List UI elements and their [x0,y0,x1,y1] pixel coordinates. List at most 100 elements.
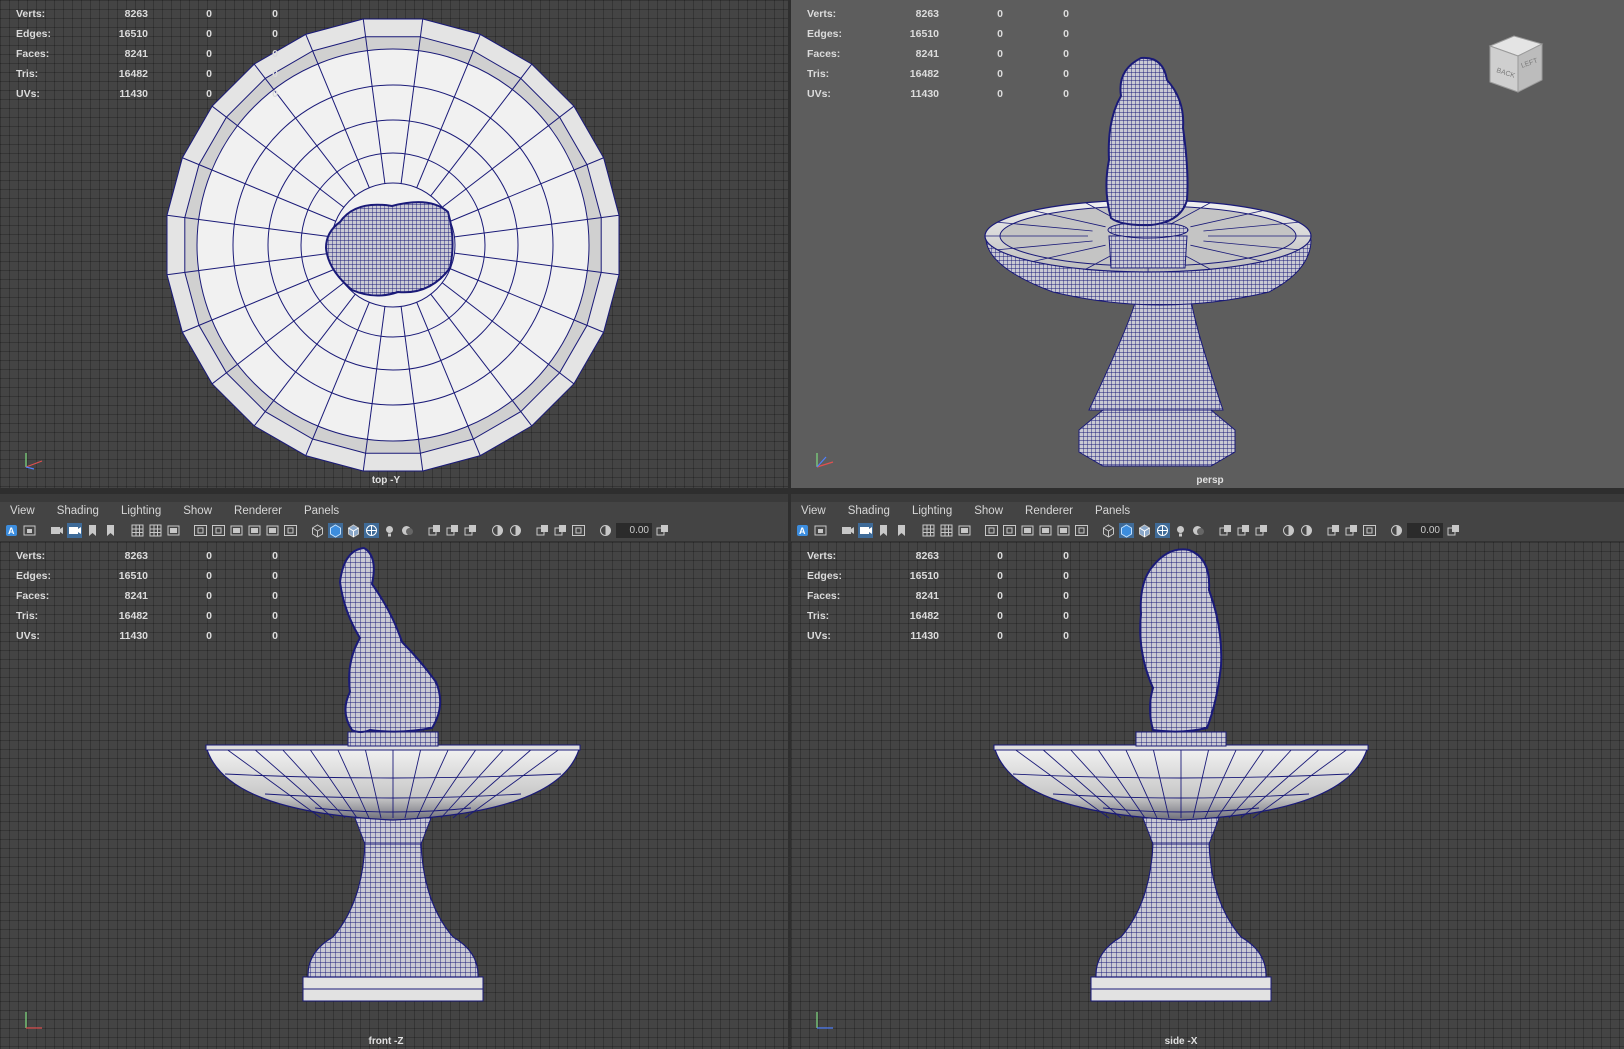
menu-view[interactable]: View [801,505,826,517]
stats-selected: 0 [997,68,1003,80]
lighting-icon[interactable] [1173,523,1188,538]
xray-icon[interactable] [1155,523,1170,538]
isolate-icon[interactable] [1218,523,1233,538]
image-plane-icon[interactable] [67,523,82,538]
stats-selected: 0 [206,610,212,622]
exposure-icon[interactable] [508,523,523,538]
wireframe-on-shaded-icon[interactable] [346,523,361,538]
camera-name-label: persp [1196,475,1224,486]
menu-show[interactable]: Show [974,505,1003,517]
shadows-icon[interactable] [400,523,415,538]
menu-shading[interactable]: Shading [848,505,890,517]
grid-icon[interactable] [921,523,936,538]
isolate-icon[interactable] [463,523,478,538]
stats-hud: Verts: 8263 0 0 Edges: 16510 0 0 Faces: 8241 0 0 Tri… [807,546,1069,646]
menu-panels[interactable]: Panels [304,505,339,517]
film-gate-icon[interactable] [229,523,244,538]
side-viewport[interactable]: Verts: 8263 0 0 Edges: 16510 0 0 Faces: 8241 0 0 Tri… [791,542,1624,1049]
grid-icon[interactable] [130,523,145,538]
select-camera-icon[interactable]: A [4,523,19,538]
menu-panels[interactable]: Panels [1095,505,1130,517]
resolution-gate-icon[interactable] [193,523,208,538]
isolate-icon[interactable] [445,523,460,538]
exposure-icon[interactable] [1281,523,1296,538]
exposure-icon[interactable] [1299,523,1314,538]
lighting-icon[interactable] [382,523,397,538]
isolate-icon[interactable] [1236,523,1251,538]
resolution-gate-icon[interactable] [211,523,226,538]
menu-show[interactable]: Show [183,505,212,517]
select-camera-icon[interactable]: A [795,523,810,538]
image-plane-icon[interactable] [49,523,64,538]
lock-camera-icon[interactable] [22,523,37,538]
bookmark-icon[interactable] [103,523,118,538]
isolate-icon[interactable] [427,523,442,538]
shadows-icon[interactable] [1191,523,1206,538]
stats-selected-extra: 0 [272,630,278,642]
resolution-gate-icon[interactable] [1002,523,1017,538]
film-gate-icon[interactable] [957,523,972,538]
film-gate-icon[interactable] [247,523,262,538]
exposure-field[interactable]: 0.00 [1407,523,1443,538]
stats-row: Verts: 8263 0 0 [16,546,278,566]
isolate-icon[interactable] [1344,523,1359,538]
menu-view[interactable]: View [10,505,35,517]
film-gate-icon[interactable] [1056,523,1071,538]
bookmark-icon[interactable] [894,523,909,538]
persp-viewport[interactable]: Verts: 8263 0 0 Edges: 16510 0 0 Faces: 8241 0 0 Tri… [791,0,1624,488]
stats-selected: 0 [997,8,1003,20]
image-plane-icon[interactable] [858,523,873,538]
film-gate-icon[interactable] [1038,523,1053,538]
exposure-icon[interactable] [490,523,505,538]
film-gate-icon[interactable] [1020,523,1035,538]
stats-row: Faces: 8241 0 0 [807,586,1069,606]
stats-selected: 0 [206,68,212,80]
svg-text:A: A [799,526,806,536]
stats-selected-extra: 0 [272,68,278,80]
bookmark-icon[interactable] [85,523,100,538]
exposure-icon[interactable] [598,523,613,538]
resolution-gate-icon[interactable] [984,523,999,538]
resolution-gate-icon[interactable] [1074,523,1089,538]
resolution-gate-icon[interactable] [571,523,586,538]
xray-icon[interactable] [364,523,379,538]
resolution-gate-icon[interactable] [283,523,298,538]
isolate-icon[interactable] [553,523,568,538]
stats-count: 16510 [909,570,939,582]
wireframe-icon[interactable] [310,523,325,538]
smooth-shade-icon[interactable] [328,523,343,538]
menu-shading[interactable]: Shading [57,505,99,517]
viewport-divider[interactable] [0,488,1624,494]
top-viewport[interactable]: Verts: 8263 0 0 Edges: 16510 0 0 Faces: 8241 0 0 Tri… [0,0,788,488]
exposure-icon[interactable] [1389,523,1404,538]
grid-icon[interactable] [148,523,163,538]
wireframe-icon[interactable] [1101,523,1116,538]
menu-lighting[interactable]: Lighting [121,505,161,517]
film-gate-icon[interactable] [166,523,181,538]
stats-row: Faces: 8241 0 0 [16,44,278,64]
exposure-field[interactable]: 0.00 [616,523,652,538]
wireframe-on-shaded-icon[interactable] [1137,523,1152,538]
stats-label: UVs: [16,88,40,100]
isolate-icon[interactable] [655,523,670,538]
view-cube[interactable]: BACK LEFT [1484,34,1550,96]
stats-row: Tris: 16482 0 0 [807,64,1069,84]
grid-icon[interactable] [939,523,954,538]
smooth-shade-icon[interactable] [1119,523,1134,538]
pedestal-neck [354,817,432,845]
pedestal-stem [307,841,479,978]
menu-renderer[interactable]: Renderer [1025,505,1073,517]
axis-indicator-icon [20,447,46,476]
menu-renderer[interactable]: Renderer [234,505,282,517]
film-gate-icon[interactable] [265,523,280,538]
isolate-icon[interactable] [535,523,550,538]
front-viewport[interactable]: Verts: 8263 0 0 Edges: 16510 0 0 Faces: 8241 0 0 Tri… [0,542,788,1049]
lock-camera-icon[interactable] [813,523,828,538]
isolate-icon[interactable] [1446,523,1461,538]
isolate-icon[interactable] [1254,523,1269,538]
isolate-icon[interactable] [1326,523,1341,538]
resolution-gate-icon[interactable] [1362,523,1377,538]
menu-lighting[interactable]: Lighting [912,505,952,517]
image-plane-icon[interactable] [840,523,855,538]
bookmark-icon[interactable] [876,523,891,538]
